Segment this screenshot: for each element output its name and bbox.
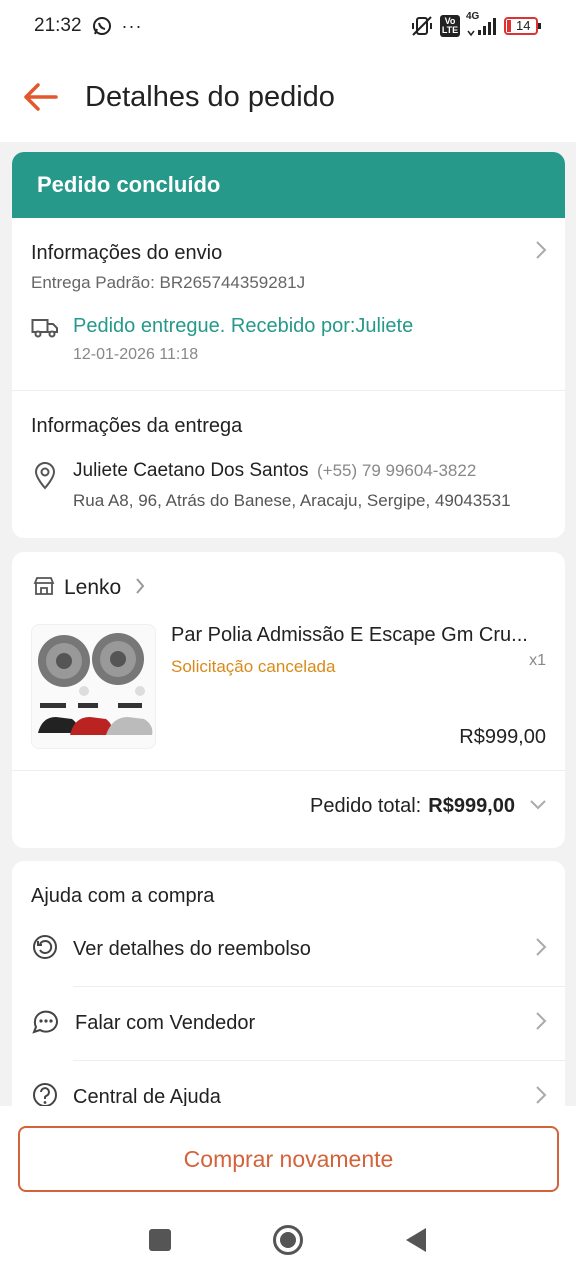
- back-arrow-icon: [24, 83, 58, 111]
- refund-icon: [31, 933, 59, 966]
- delivery-info-section: Informações da entrega Juliete Caetano D…: [12, 391, 565, 511]
- buy-again-label: Comprar novamente: [183, 1145, 394, 1172]
- chat-seller-item[interactable]: Falar com Vendedor: [12, 987, 565, 1060]
- system-nav-bar: [0, 1204, 576, 1280]
- chevron-right-icon: [535, 240, 547, 266]
- product-name: Par Polia Admissão E Escape Gm Cru...: [171, 624, 528, 646]
- location-pin-icon: [31, 462, 59, 495]
- order-info-card: Pedido concluído Informações do envio En…: [12, 152, 565, 538]
- truck-icon: [31, 317, 59, 344]
- shipping-info-title: Informações do envio: [31, 242, 223, 264]
- product-card: Lenko Par Polia Admissão E Escape Gm Cru…: [12, 552, 565, 848]
- order-status-banner: Pedido concluído: [12, 152, 565, 218]
- volte-label: Vo LTE: [441, 16, 459, 35]
- signal-icon: 4G: [466, 11, 498, 37]
- refund-details-item[interactable]: Ver detalhes do reembolso: [12, 913, 565, 986]
- recipient-phone: (+55) 79 99604-3822: [317, 461, 477, 480]
- delivery-info-title: Informações da entrega: [31, 415, 243, 437]
- product-image: [31, 624, 156, 749]
- product-item[interactable]: Par Polia Admissão E Escape Gm Cru... So…: [12, 624, 565, 770]
- shipping-info-section[interactable]: Informações do envio Entrega Padrão: BR2…: [12, 218, 565, 390]
- circle-icon: [273, 1224, 303, 1255]
- chevron-right-icon: [535, 1011, 547, 1037]
- volte-icon: Vo LTE: [440, 15, 460, 37]
- order-status-text: Pedido concluído: [37, 172, 221, 197]
- back-button[interactable]: [20, 77, 60, 117]
- triangle-back-icon: [406, 1227, 426, 1252]
- chevron-right-icon: [135, 577, 145, 600]
- battery-icon: 14: [504, 16, 542, 36]
- help-title: Ajuda com a compra: [31, 885, 215, 907]
- help-item-label: Ver detalhes do reembolso: [73, 938, 311, 960]
- store-icon: [33, 576, 55, 601]
- order-total-value: R$999,00: [428, 794, 515, 817]
- delivery-status: Pedido entregue. Recebido por:Juliete: [73, 315, 414, 337]
- status-time: 21:32: [34, 15, 82, 36]
- page-title: Detalhes do pedido: [85, 80, 335, 113]
- buy-again-button[interactable]: Comprar novamente: [18, 1126, 559, 1192]
- recipient-name: Juliete Caetano Dos Santos: [73, 460, 309, 481]
- recipient-address: Rua A8, 96, Atrás do Banese, Aracaju, Se…: [73, 491, 511, 510]
- square-icon: [149, 1228, 171, 1251]
- chevron-right-icon: [535, 937, 547, 963]
- app-header: Detalhes do pedido: [0, 52, 576, 142]
- status-bar: 21:32 ··· Vo LTE 4G 14: [0, 0, 576, 52]
- help-item-label: Falar com Vendedor: [75, 1012, 256, 1034]
- back-nav-button[interactable]: [404, 1227, 428, 1258]
- network-type: 4G: [466, 11, 480, 22]
- chat-icon: [31, 1007, 61, 1040]
- bottom-action-bar: Comprar novamente: [0, 1106, 576, 1204]
- home-button[interactable]: [272, 1224, 304, 1261]
- whatsapp-icon: [92, 16, 112, 36]
- delivery-timestamp: 12-01-2026 11:18: [73, 346, 199, 363]
- recents-button[interactable]: [148, 1228, 172, 1257]
- help-card: Ajuda com a compra Ver detalhes do reemb…: [12, 861, 565, 1121]
- product-request-status: Solicitação cancelada: [171, 657, 336, 676]
- chevron-down-icon: [529, 797, 547, 815]
- tracking-number: Entrega Padrão: BR265744359281J: [31, 273, 306, 292]
- product-price: R$999,00: [459, 726, 546, 748]
- order-total-label: Pedido total:: [310, 794, 422, 817]
- store-name: Lenko: [64, 576, 122, 599]
- battery-level: 14: [516, 18, 531, 33]
- more-notifications: ···: [121, 15, 143, 36]
- store-row[interactable]: Lenko: [12, 552, 565, 624]
- product-quantity: x1: [529, 652, 546, 669]
- vibrate-off-icon: [410, 15, 434, 37]
- order-total-row[interactable]: Pedido total: R$999,00: [12, 771, 565, 841]
